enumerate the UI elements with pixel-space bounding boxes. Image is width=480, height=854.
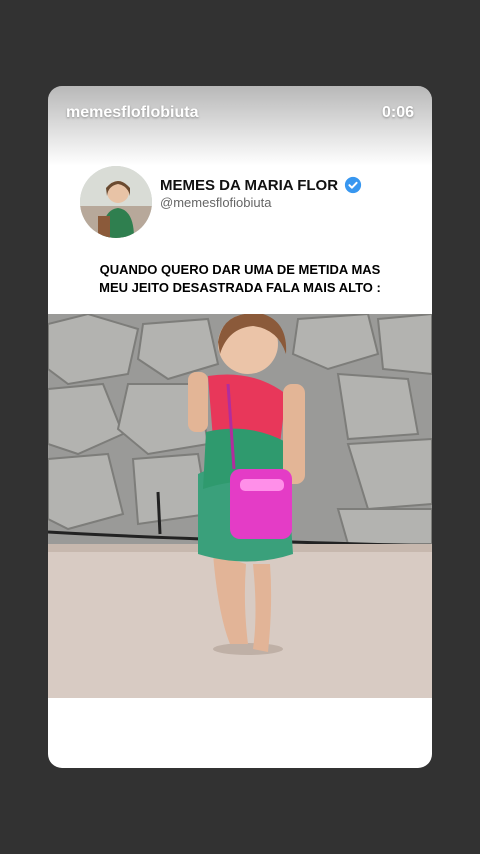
story-card[interactable]: memesfloflobiuta 0:06 MEMES DA MARIA FLO…	[48, 86, 432, 768]
profile-name-text: MEMES DA MARIA FLOR	[160, 176, 339, 194]
story-username[interactable]: memesfloflobiuta	[66, 104, 198, 122]
post-caption: QUANDO QUERO DAR UMA DE METIDA MAS MEU J…	[68, 261, 412, 297]
top-gradient	[48, 86, 432, 166]
profile-name[interactable]: MEMES DA MARIA FLOR	[160, 176, 362, 194]
story-timer: 0:06	[381, 104, 414, 121]
profile-handle: @memesflofiobiuta	[160, 195, 272, 210]
caption-line-1: QUANDO QUERO DAR UMA DE METIDA MAS	[99, 262, 381, 277]
avatar-image	[80, 166, 152, 238]
video-frame	[48, 314, 432, 698]
caption-line-2: MEU JEITO DESASTRADA FALA MAIS ALTO :	[99, 280, 381, 295]
verified-badge-icon	[344, 176, 362, 194]
avatar[interactable]	[80, 166, 152, 238]
post-video[interactable]	[48, 314, 432, 698]
